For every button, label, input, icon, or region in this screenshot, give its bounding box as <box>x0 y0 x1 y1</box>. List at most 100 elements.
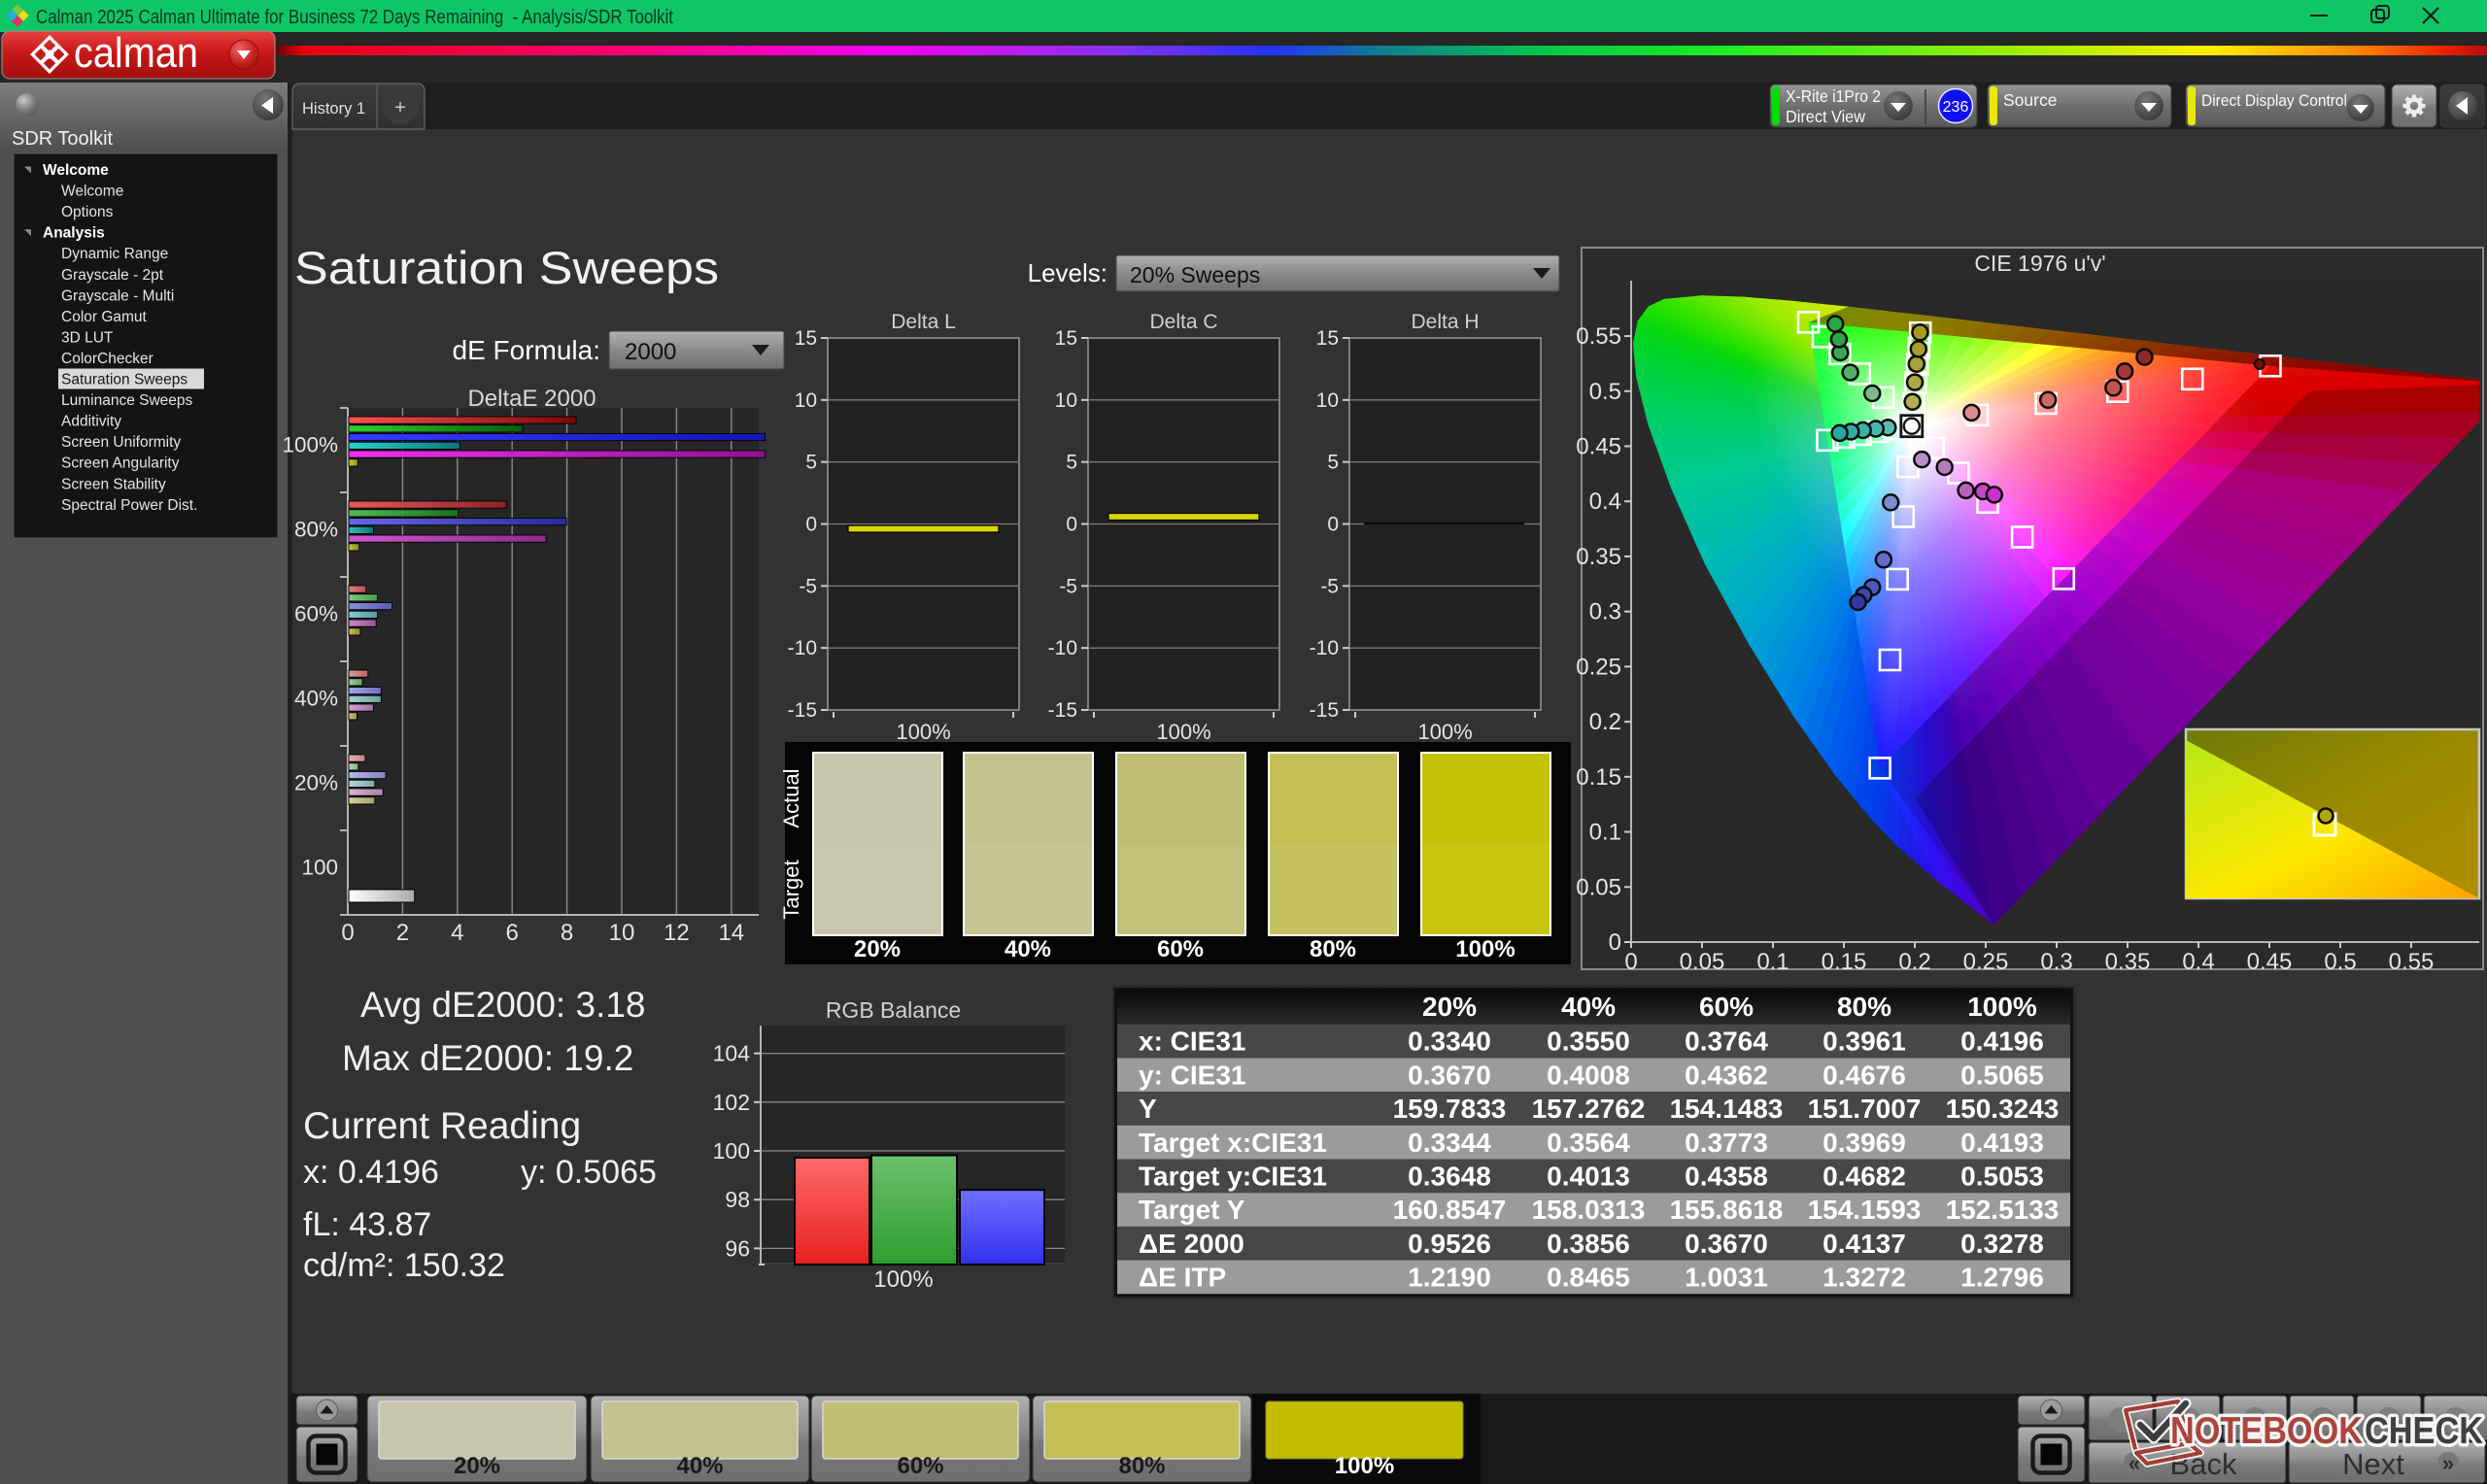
svg-text:80%: 80% <box>294 518 338 542</box>
svg-text:0.3344: 0.3344 <box>1408 1128 1491 1158</box>
svg-text:0.2: 0.2 <box>1589 709 1621 735</box>
svg-text:40%: 40% <box>676 1453 723 1479</box>
svg-text:-15: -15 <box>1310 699 1339 722</box>
svg-text:0: 0 <box>805 514 817 536</box>
svg-text:154.1483: 154.1483 <box>1670 1094 1784 1124</box>
svg-text:0.55: 0.55 <box>2389 949 2435 975</box>
svg-text:0.1: 0.1 <box>1589 820 1621 846</box>
svg-text:0.3856: 0.3856 <box>1547 1229 1630 1259</box>
svg-text:-10: -10 <box>1310 637 1339 659</box>
svg-text:2000: 2000 <box>625 339 676 365</box>
svg-text:0.4013: 0.4013 <box>1547 1162 1630 1192</box>
svg-text:Spectral Power Dist.: Spectral Power Dist. <box>61 497 197 514</box>
svg-text:104: 104 <box>713 1041 751 1066</box>
svg-text:-15: -15 <box>1048 699 1077 722</box>
svg-text:102: 102 <box>713 1090 750 1115</box>
svg-text:60%: 60% <box>294 602 338 626</box>
svg-text:x: CIE31: x: CIE31 <box>1139 1027 1246 1057</box>
svg-text:Delta C: Delta C <box>1149 311 1217 333</box>
svg-text:0.4: 0.4 <box>2182 949 2214 975</box>
svg-text:0.35: 0.35 <box>1576 544 1621 570</box>
svg-text:0.9526: 0.9526 <box>1408 1229 1491 1259</box>
svg-text:3D LUT: 3D LUT <box>61 329 114 346</box>
svg-text:0.1: 0.1 <box>1756 949 1789 975</box>
svg-text:98: 98 <box>725 1187 750 1212</box>
svg-text:1.2796: 1.2796 <box>1960 1263 2044 1293</box>
svg-text:Delta L: Delta L <box>891 311 956 333</box>
svg-text:0.3: 0.3 <box>1589 599 1621 625</box>
svg-text:y: CIE31: y: CIE31 <box>1139 1060 1246 1090</box>
svg-text:-15: -15 <box>788 699 817 722</box>
svg-text:0.3648: 0.3648 <box>1408 1162 1491 1192</box>
svg-text:0.3670: 0.3670 <box>1685 1229 1768 1259</box>
svg-text:Direct View: Direct View <box>1786 107 1865 126</box>
svg-text:0.3969: 0.3969 <box>1823 1128 1906 1158</box>
svg-text:0: 0 <box>1609 929 1621 956</box>
svg-text:0.3278: 0.3278 <box>1960 1229 2044 1259</box>
svg-text:CIE 1976 u'v': CIE 1976 u'v' <box>1974 251 2105 276</box>
svg-text:0.35: 0.35 <box>2105 949 2151 975</box>
svg-text:100: 100 <box>713 1138 750 1164</box>
svg-text:6: 6 <box>506 920 519 946</box>
svg-text:0.4196: 0.4196 <box>1960 1027 2044 1057</box>
svg-text:150.3243: 150.3243 <box>1946 1094 2060 1124</box>
svg-text:15: 15 <box>1055 327 1077 350</box>
svg-text:CHECK: CHECK <box>2365 1410 2483 1452</box>
svg-text:DeltaE 2000: DeltaE 2000 <box>467 386 596 412</box>
svg-text:0.3670: 0.3670 <box>1408 1060 1491 1090</box>
svg-text:»: » <box>2442 1451 2454 1475</box>
svg-text:+: + <box>394 97 406 118</box>
svg-text:236: 236 <box>1943 99 1969 116</box>
svg-text:Target x:CIE31: Target x:CIE31 <box>1139 1128 1327 1158</box>
svg-text:100%: 100% <box>1967 992 2037 1022</box>
svg-text:10: 10 <box>1316 389 1339 412</box>
svg-text:cd/m²: 150.32: cd/m²: 150.32 <box>303 1247 505 1284</box>
svg-text:Analysis: Analysis <box>43 225 105 242</box>
svg-text:100%: 100% <box>896 720 950 744</box>
svg-text:Screen Angularity: Screen Angularity <box>61 455 180 472</box>
svg-text:0.3764: 0.3764 <box>1685 1027 1768 1057</box>
svg-text:0.8465: 0.8465 <box>1547 1263 1630 1293</box>
svg-text:-5: -5 <box>1059 575 1077 597</box>
svg-text:RGB Balance: RGB Balance <box>826 997 961 1023</box>
svg-text:155.8618: 155.8618 <box>1670 1195 1784 1225</box>
svg-text:15: 15 <box>795 327 817 350</box>
svg-text:0.25: 0.25 <box>1576 654 1621 680</box>
svg-text:100%: 100% <box>1417 720 1472 744</box>
svg-text:80%: 80% <box>1118 1453 1165 1479</box>
svg-text:1.2190: 1.2190 <box>1408 1263 1491 1293</box>
svg-text:0.05: 0.05 <box>1680 949 1725 975</box>
svg-text:20%: 20% <box>294 771 338 795</box>
svg-text:Max dE2000: 19.2: Max dE2000: 19.2 <box>342 1038 633 1078</box>
svg-text:154.1593: 154.1593 <box>1808 1195 1922 1225</box>
svg-text:fL: 43.87: fL: 43.87 <box>303 1206 431 1243</box>
svg-text:20%: 20% <box>454 1453 500 1479</box>
svg-text:5: 5 <box>1327 452 1339 474</box>
svg-text:Target: Target <box>779 860 803 919</box>
svg-text:4: 4 <box>451 920 463 946</box>
svg-text:X-Rite i1Pro 2: X-Rite i1Pro 2 <box>1786 86 1881 106</box>
svg-text:Luminance Sweeps: Luminance Sweeps <box>61 392 193 409</box>
svg-text:0.5065: 0.5065 <box>1960 1060 2044 1090</box>
svg-text:0.45: 0.45 <box>2247 949 2293 975</box>
svg-text:Actual: Actual <box>779 768 803 827</box>
svg-text:158.0313: 158.0313 <box>1532 1195 1646 1225</box>
svg-text:Target y:CIE31: Target y:CIE31 <box>1139 1162 1327 1192</box>
svg-text:159.7833: 159.7833 <box>1393 1094 1507 1124</box>
svg-text:0.25: 0.25 <box>1963 949 2009 975</box>
svg-text:100: 100 <box>301 856 338 880</box>
svg-text:0.15: 0.15 <box>1822 949 1867 975</box>
svg-text:0: 0 <box>1327 514 1339 536</box>
svg-text:ΔE 2000: ΔE 2000 <box>1139 1229 1244 1259</box>
svg-text:SDR Toolkit: SDR Toolkit <box>12 128 114 150</box>
svg-text:0.4682: 0.4682 <box>1823 1162 1906 1192</box>
svg-text:0.4358: 0.4358 <box>1685 1162 1768 1192</box>
svg-text:0.4: 0.4 <box>1589 489 1621 515</box>
svg-text:Screen Uniformity: Screen Uniformity <box>61 434 181 451</box>
svg-text:Additivity: Additivity <box>61 414 121 430</box>
svg-text:0.3961: 0.3961 <box>1823 1027 1906 1057</box>
svg-text:100%: 100% <box>1335 1453 1394 1479</box>
svg-text:Dynamic Range: Dynamic Range <box>61 246 168 262</box>
svg-text:Target Y: Target Y <box>1139 1195 1245 1225</box>
svg-text:Screen Stability: Screen Stability <box>61 476 166 492</box>
